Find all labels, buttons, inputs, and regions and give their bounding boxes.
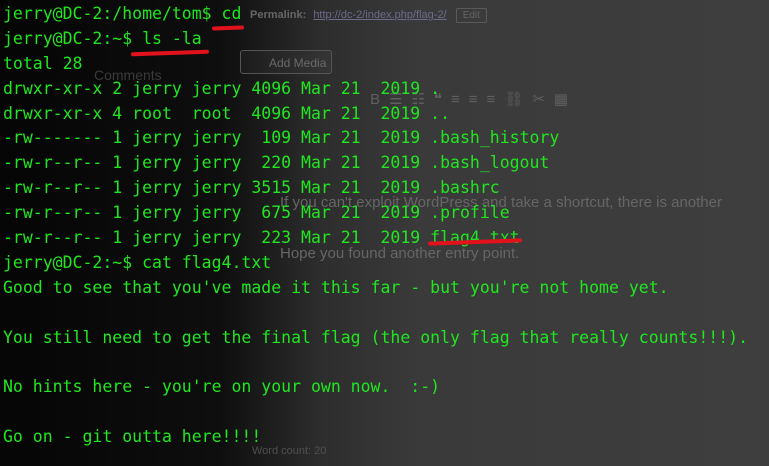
terminal-line: Good to see that you've made it this far… bbox=[3, 277, 669, 297]
terminal-output[interactable]: jerry@DC-2:/home/tom$ cd jerry@DC-2:~$ ls… bbox=[0, 0, 769, 466]
terminal-line: jerry@DC-2:/home/tom$ cd bbox=[3, 4, 242, 23]
screen: Permalink: http://dc-2/index.php/flag-2/… bbox=[0, 0, 769, 466]
terminal-line: -rw-r--r-- 1 jerry jerry 223 Mar 21 2019… bbox=[3, 228, 520, 248]
terminal-line: jerry@DC-2:~$ ls -la bbox=[3, 28, 202, 48]
terminal-line: -rw-r--r-- 1 jerry jerry 3515 Mar 21 201… bbox=[3, 178, 500, 198]
terminal-line: -rw------- 1 jerry jerry 109 Mar 21 2019… bbox=[3, 128, 560, 148]
terminal-line: Go on - git outta here!!!! bbox=[3, 427, 262, 447]
terminal-line: total 28 bbox=[3, 53, 83, 73]
terminal-line: -rw-r--r-- 1 jerry jerry 675 Mar 21 2019… bbox=[3, 203, 510, 223]
terminal-line: No hints here - you're on your own now. … bbox=[3, 377, 441, 397]
terminal-line: drwxr-xr-x 2 jerry jerry 4096 Mar 21 201… bbox=[3, 78, 441, 98]
terminal-line: drwxr-xr-x 4 root root 4096 Mar 21 2019 … bbox=[3, 103, 451, 123]
terminal-line: -rw-r--r-- 1 jerry jerry 220 Mar 21 2019… bbox=[3, 153, 550, 173]
terminal-line: You still need to get the final flag (th… bbox=[3, 327, 749, 347]
terminal-line: jerry@DC-2:~$ cat flag4.txt bbox=[3, 252, 272, 272]
